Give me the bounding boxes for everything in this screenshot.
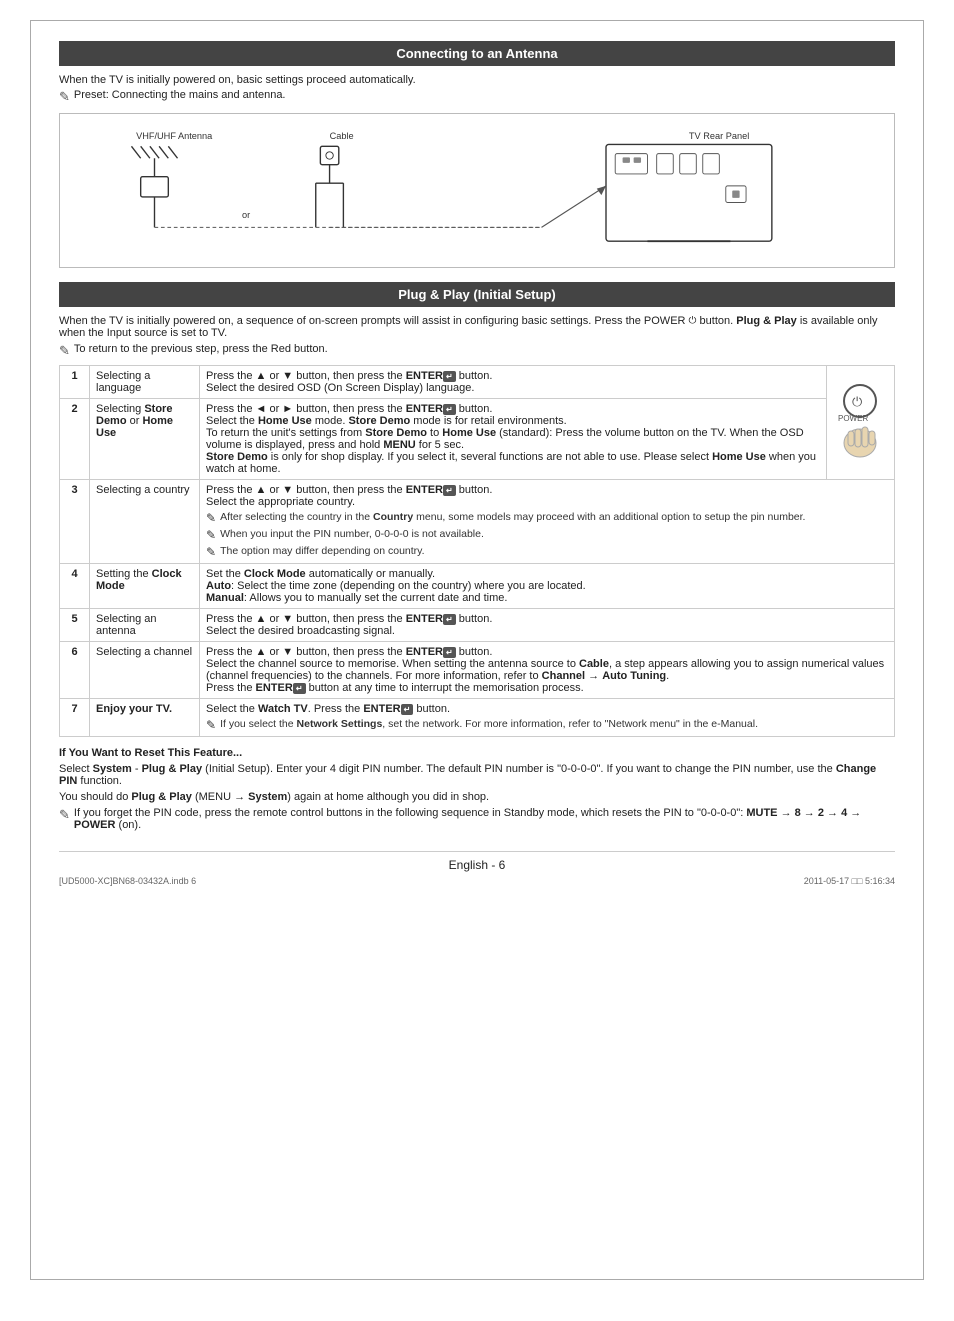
step-num-1: 1 bbox=[60, 366, 90, 399]
note-icon-3b: ✎ bbox=[206, 528, 216, 542]
step-title-7: Enjoy your TV. bbox=[90, 699, 200, 737]
svg-text:POWER: POWER bbox=[838, 414, 868, 423]
plugplay-intro: When the TV is initially powered on, a s… bbox=[59, 315, 895, 339]
antenna-intro: When the TV is initially powered on, bas… bbox=[59, 74, 895, 86]
svg-text:⏻: ⏻ bbox=[852, 394, 862, 409]
file-right: 2011-05-17 □□ 5:16:34 bbox=[804, 876, 895, 886]
step-title-5: Selecting an antenna bbox=[90, 609, 200, 642]
note-icon-7: ✎ bbox=[206, 718, 216, 732]
power-hand-svg: ⏻ POWER bbox=[833, 381, 888, 461]
enter-icon3: ↵ bbox=[443, 485, 456, 496]
plugplay-note: ✎ To return to the previous step, press … bbox=[59, 343, 895, 359]
step-num-6: 6 bbox=[60, 642, 90, 699]
section-header-antenna: Connecting to an Antenna bbox=[59, 41, 895, 66]
enter-icon: ↵ bbox=[443, 371, 456, 382]
note-pencil-icon: ✎ bbox=[59, 89, 70, 105]
step-content-6: Press the ▲ or ▼ button, then press the … bbox=[200, 642, 895, 699]
svg-text:TV Rear Panel: TV Rear Panel bbox=[689, 131, 749, 141]
svg-text:or: or bbox=[242, 210, 250, 220]
svg-text:VHF/UHF Antenna: VHF/UHF Antenna bbox=[136, 131, 213, 141]
steps-table: 1 Selecting a language Press the ▲ or ▼ … bbox=[59, 365, 895, 737]
note-icon-3a: ✎ bbox=[206, 511, 216, 525]
enter-icon6: ↵ bbox=[443, 647, 456, 658]
power-image-cell: ⏻ POWER bbox=[827, 366, 895, 480]
step-row-1: 1 Selecting a language Press the ▲ or ▼ … bbox=[60, 366, 895, 399]
enter-icon5: ↵ bbox=[443, 614, 456, 625]
step-num-4: 4 bbox=[60, 564, 90, 609]
note-icon-3c: ✎ bbox=[206, 545, 216, 559]
file-info: [UD5000-XC]BN68-03432A.indb 6 2011-05-17… bbox=[59, 876, 895, 886]
step-content-7: Select the Watch TV. Press the ENTER↵ bu… bbox=[200, 699, 895, 737]
step-num-2: 2 bbox=[60, 399, 90, 480]
enter-icon7: ↵ bbox=[401, 704, 414, 715]
step-row-2: 2 Selecting Store Demo or Home Use Press… bbox=[60, 399, 895, 480]
step-row-4: 4 Setting the Clock Mode Set the Clock M… bbox=[60, 564, 895, 609]
footer-bar: English - 6 bbox=[59, 851, 895, 872]
reset-heading: If You Want to Reset This Feature... bbox=[59, 747, 242, 759]
svg-text:Cable: Cable bbox=[330, 131, 354, 141]
step-num-5: 5 bbox=[60, 609, 90, 642]
step-row-6: 6 Selecting a channel Press the ▲ or ▼ b… bbox=[60, 642, 895, 699]
step-title-6: Selecting a channel bbox=[90, 642, 200, 699]
step-title-3: Selecting a country bbox=[90, 480, 200, 564]
step-content-4: Set the Clock Mode automatically or manu… bbox=[200, 564, 895, 609]
step-content-5: Press the ▲ or ▼ button, then press the … bbox=[200, 609, 895, 642]
note-pencil-icon3: ✎ bbox=[59, 807, 70, 823]
step-row-7: 7 Enjoy your TV. Select the Watch TV. Pr… bbox=[60, 699, 895, 737]
reset-line1: Select System - Plug & Play (Initial Set… bbox=[59, 763, 895, 787]
enter-icon6b: ↵ bbox=[293, 683, 306, 694]
step-content-3: Press the ▲ or ▼ button, then press the … bbox=[200, 480, 895, 564]
antenna-svg: VHF/UHF Antenna Cable TV Rear Panel bbox=[70, 126, 884, 255]
step-title-2: Selecting Store Demo or Home Use bbox=[90, 399, 200, 480]
step-title-4: Setting the Clock Mode bbox=[90, 564, 200, 609]
step-title-1: Selecting a language bbox=[90, 366, 200, 399]
step-row-5: 5 Selecting an antenna Press the ▲ or ▼ … bbox=[60, 609, 895, 642]
section-header-plugplay: Plug & Play (Initial Setup) bbox=[59, 282, 895, 307]
reset-line2: You should do Plug & Play (MENU → System… bbox=[59, 791, 895, 803]
step-content-2: Press the ◄ or ► button, then press the … bbox=[200, 399, 827, 480]
enter-icon2: ↵ bbox=[443, 404, 456, 415]
file-left: [UD5000-XC]BN68-03432A.indb 6 bbox=[59, 876, 196, 886]
antenna-note: ✎ Preset: Connecting the mains and anten… bbox=[59, 89, 895, 105]
reset-section: If You Want to Reset This Feature... Sel… bbox=[59, 747, 895, 831]
page-label: English - 6 bbox=[449, 858, 506, 872]
step-num-3: 3 bbox=[60, 480, 90, 564]
step-row-3: 3 Selecting a country Press the ▲ or ▼ b… bbox=[60, 480, 895, 564]
power-symbol: ⏻ bbox=[689, 316, 697, 327]
reset-note: ✎ If you forget the PIN code, press the … bbox=[59, 807, 895, 831]
antenna-diagram: VHF/UHF Antenna Cable TV Rear Panel bbox=[59, 113, 895, 268]
step-content-1: Press the ▲ or ▼ button, then press the … bbox=[200, 366, 827, 399]
step-num-7: 7 bbox=[60, 699, 90, 737]
note-pencil-icon2: ✎ bbox=[59, 343, 70, 359]
